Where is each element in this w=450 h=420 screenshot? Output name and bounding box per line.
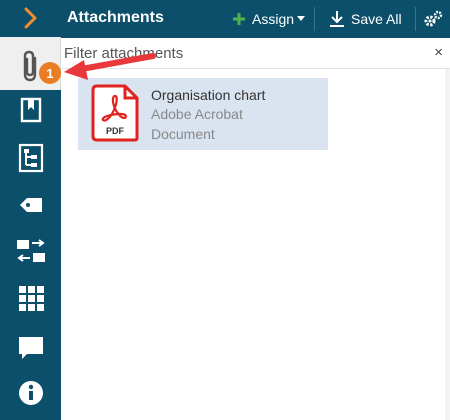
clear-filter-icon[interactable]: ×	[434, 44, 443, 61]
save-all-label: Save All	[351, 11, 402, 27]
chevron-right-icon[interactable]	[0, 4, 61, 32]
settings-button[interactable]	[423, 0, 443, 38]
pdf-icon: PDF	[91, 84, 139, 142]
attachment-name: Organisation chart	[151, 87, 266, 103]
pdf-icon-label: PDF	[106, 126, 125, 136]
step-badge: 1	[39, 62, 61, 84]
filter-bar: ×	[61, 38, 450, 69]
transfer-icon[interactable]	[0, 236, 61, 266]
bookmark-icon[interactable]	[0, 95, 61, 125]
divider	[314, 7, 315, 31]
attachments-header: Attachments Assign Save All	[61, 0, 450, 38]
info-icon[interactable]	[0, 378, 61, 408]
gear-icon	[423, 10, 443, 28]
page-title: Attachments	[67, 9, 164, 26]
caret-down-icon	[297, 16, 306, 22]
attachment-type: Adobe Acrobat	[151, 106, 243, 122]
divider	[415, 7, 416, 31]
grid-icon[interactable]	[0, 284, 61, 312]
save-all-button[interactable]: Save All	[329, 0, 402, 38]
attachment-type: Document	[151, 126, 215, 142]
comment-icon[interactable]	[0, 334, 61, 362]
tree-icon[interactable]	[0, 140, 61, 176]
attachment-list: PDF Organisation chart Adobe Acrobat Doc…	[61, 69, 445, 420]
assign-button[interactable]: Assign	[232, 0, 306, 38]
assign-label: Assign	[252, 11, 295, 27]
tag-icon[interactable]	[0, 192, 61, 218]
filter-input[interactable]	[64, 42, 414, 64]
download-icon	[329, 10, 345, 28]
scrollbar[interactable]	[445, 69, 450, 420]
attachment-item[interactable]: PDF Organisation chart Adobe Acrobat Doc…	[78, 78, 328, 150]
plus-icon	[232, 12, 246, 26]
